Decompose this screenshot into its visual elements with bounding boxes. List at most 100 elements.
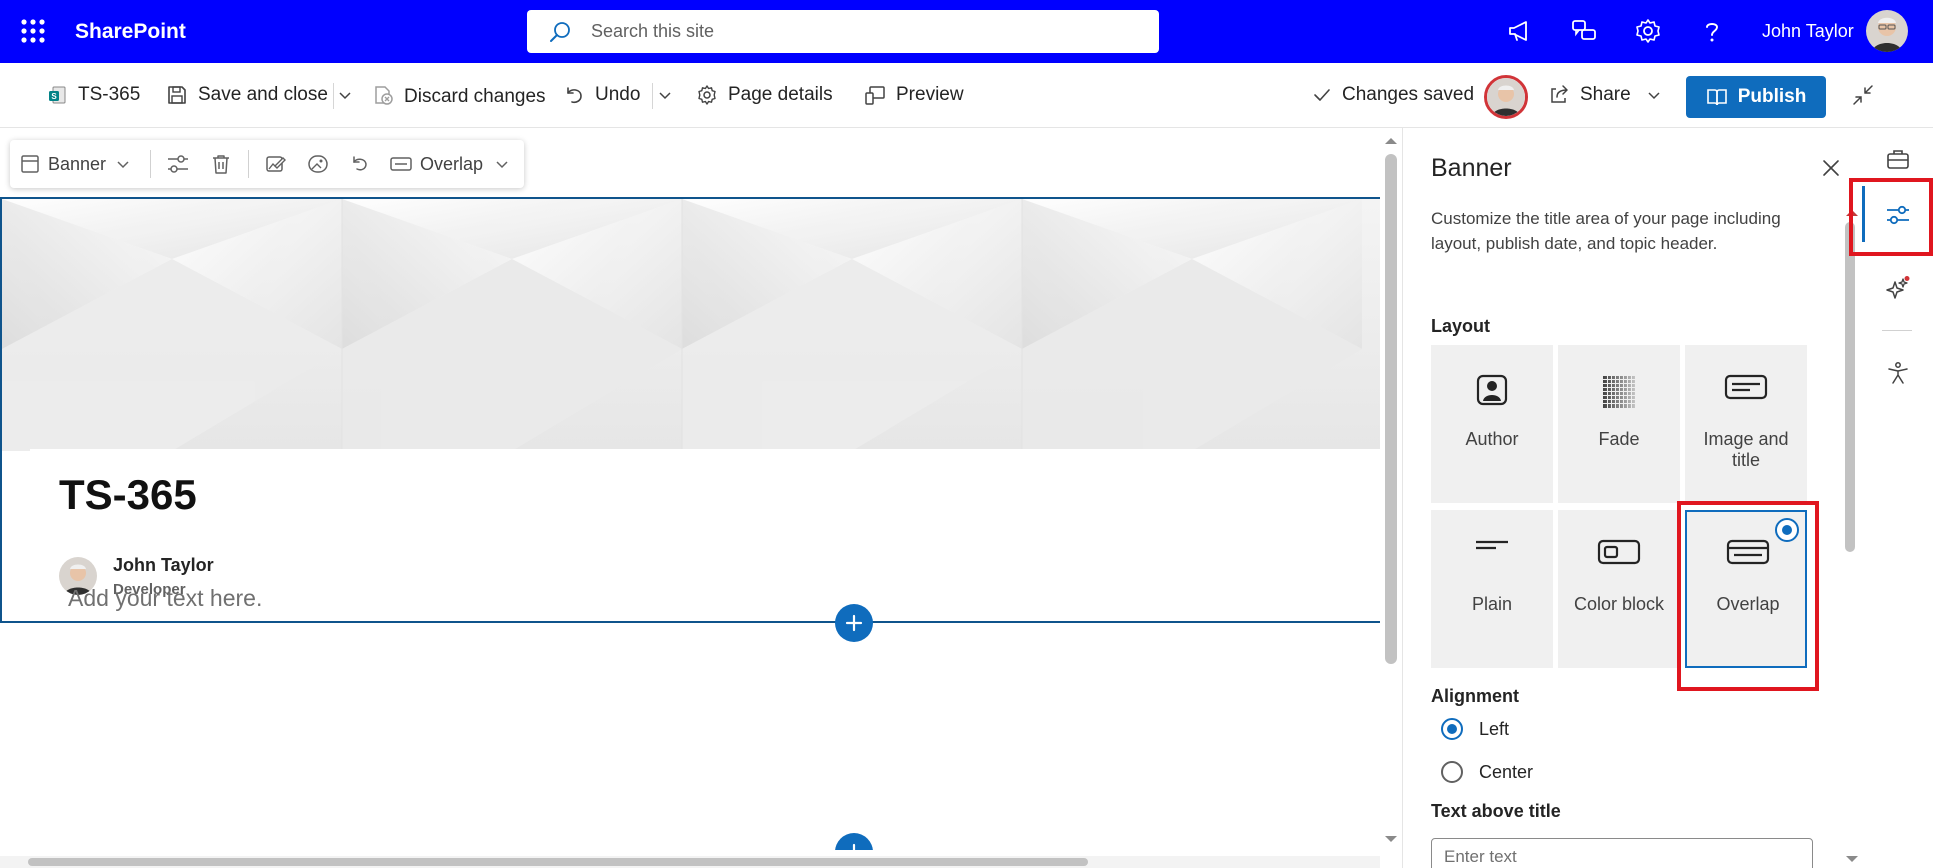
- webpart-type-dropdown[interactable]: Banner: [20, 140, 130, 188]
- focal-point-button[interactable]: [307, 140, 329, 188]
- vertical-scrollbar[interactable]: [1380, 128, 1402, 850]
- save-status-label: Changes saved: [1342, 83, 1475, 105]
- user-name[interactable]: John Taylor: [1762, 21, 1854, 42]
- author-name[interactable]: John Taylor: [113, 555, 214, 576]
- edit-image-button[interactable]: [265, 140, 287, 188]
- page-canvas: TS-365 John Taylor Developer Add your te…: [0, 128, 1380, 850]
- alignment-center-radio[interactable]: Center: [1441, 761, 1533, 783]
- suite-bar: SharePoint John Taylor: [0, 0, 1933, 63]
- divider: [1882, 330, 1912, 331]
- chevron-down-icon: [338, 88, 352, 102]
- add-section-button[interactable]: [835, 604, 873, 642]
- save-options-dropdown[interactable]: [338, 63, 352, 126]
- toolbox-icon[interactable]: [1881, 142, 1915, 176]
- properties-icon[interactable]: [1881, 198, 1915, 232]
- layout-option-color-block[interactable]: Color block: [1558, 510, 1680, 668]
- divider: [333, 83, 334, 109]
- collapse-button[interactable]: [1852, 63, 1874, 126]
- layout-option-label: Plain: [1471, 594, 1513, 614]
- help-icon[interactable]: [1698, 17, 1728, 47]
- webpart-toolbar: Banner Overlap: [10, 140, 524, 188]
- discard-changes-button[interactable]: Discard changes: [372, 63, 546, 126]
- radio-button[interactable]: [1441, 761, 1463, 783]
- copilot-icon[interactable]: [1881, 272, 1915, 306]
- alignment-left-radio[interactable]: Left: [1441, 718, 1509, 740]
- layout-value: Overlap: [420, 153, 484, 174]
- layout-option-fade[interactable]: Fade: [1558, 345, 1680, 503]
- banner-background-image[interactable]: [2, 199, 1380, 451]
- right-rail: [1862, 128, 1933, 868]
- publish-label: Publish: [1737, 86, 1807, 107]
- megaphone-icon[interactable]: [1506, 17, 1536, 47]
- reset-button[interactable]: [350, 140, 370, 188]
- layout-option-author[interactable]: Author: [1431, 345, 1553, 503]
- undo-label: Undo: [595, 83, 641, 105]
- focal-point-icon: [307, 153, 329, 175]
- overlap-layout-icon: [1687, 538, 1809, 578]
- undo-options-dropdown[interactable]: [658, 63, 672, 126]
- page-name: TS-365: [78, 83, 141, 105]
- search-input[interactable]: [591, 10, 1141, 53]
- text-webpart-placeholder[interactable]: Add your text here.: [68, 585, 262, 612]
- layout-option-plain[interactable]: Plain: [1431, 510, 1553, 668]
- scrollbar-thumb[interactable]: [28, 858, 1088, 866]
- banner-webpart[interactable]: TS-365 John Taylor Developer: [0, 197, 1380, 623]
- pane-description: Customize the title area of your page in…: [1431, 209, 1781, 253]
- plain-layout-icon: [1431, 538, 1553, 578]
- app-launcher-icon[interactable]: [18, 16, 48, 46]
- undo-button[interactable]: Undo: [563, 63, 640, 126]
- text-above-title-input[interactable]: [1431, 838, 1813, 868]
- scrollbar-thumb[interactable]: [1845, 222, 1855, 552]
- author-layout-icon: [1431, 373, 1553, 413]
- pane-scrollbar[interactable]: [1842, 128, 1862, 868]
- chevron-down-icon: [495, 157, 509, 171]
- layout-option-overlap[interactable]: Overlap: [1685, 510, 1807, 668]
- active-indicator: [1862, 186, 1865, 242]
- preview-button[interactable]: Preview: [864, 63, 964, 126]
- page-title[interactable]: TS-365: [59, 471, 197, 519]
- command-bar: S TS-365 Save and close Discard changes …: [0, 63, 1933, 128]
- accessibility-icon[interactable]: [1881, 356, 1915, 390]
- delete-button[interactable]: [210, 140, 232, 188]
- discard-icon: [372, 84, 394, 106]
- webpart-type-label: Banner: [48, 153, 107, 174]
- sharepoint-page-icon: S: [48, 85, 68, 105]
- search-icon: [549, 21, 571, 43]
- chevron-down-icon: [1647, 88, 1661, 102]
- add-section-button[interactable]: [835, 833, 873, 850]
- alignment-label: Alignment: [1431, 686, 1519, 706]
- layout-option-label: Color block: [1573, 594, 1665, 614]
- brand-name[interactable]: SharePoint: [75, 20, 186, 44]
- share-button[interactable]: Share: [1548, 63, 1661, 126]
- page-name-button[interactable]: S TS-365: [48, 63, 140, 126]
- pane-title: Banner: [1431, 154, 1512, 182]
- checkmark-icon: [1312, 85, 1332, 105]
- divider: [652, 83, 653, 109]
- scroll-down-icon[interactable]: [1842, 852, 1862, 866]
- scroll-down-icon[interactable]: [1380, 832, 1402, 846]
- collapse-icon: [1852, 84, 1874, 106]
- layout-option-image-and-title[interactable]: Image and title: [1685, 345, 1807, 503]
- radio-button[interactable]: [1441, 718, 1463, 740]
- coauthor-avatar[interactable]: [1484, 75, 1528, 119]
- scroll-up-icon[interactable]: [1842, 206, 1862, 220]
- divider: [150, 150, 151, 178]
- layout-dropdown[interactable]: Overlap: [390, 140, 509, 188]
- user-avatar[interactable]: [1866, 10, 1908, 52]
- scroll-up-icon[interactable]: [1380, 134, 1402, 148]
- publish-button[interactable]: Publish: [1686, 76, 1826, 118]
- share-label: Share: [1580, 83, 1631, 105]
- close-pane-button[interactable]: [1821, 158, 1841, 178]
- save-icon: [166, 84, 188, 106]
- scrollbar-thumb[interactable]: [1385, 154, 1397, 664]
- edit-properties-button[interactable]: [166, 140, 190, 188]
- chat-icon[interactable]: [1570, 17, 1600, 47]
- site-search-box[interactable]: [527, 10, 1159, 53]
- settings-icon[interactable]: [1634, 17, 1664, 47]
- layout-option-label: Overlap: [1716, 594, 1780, 614]
- layout-option-label: Image and title: [1703, 429, 1789, 470]
- save-and-close-button[interactable]: Save and close: [166, 63, 328, 126]
- horizontal-scrollbar[interactable]: [0, 856, 1380, 868]
- reset-icon: [350, 154, 370, 174]
- page-details-button[interactable]: Page details: [696, 63, 833, 126]
